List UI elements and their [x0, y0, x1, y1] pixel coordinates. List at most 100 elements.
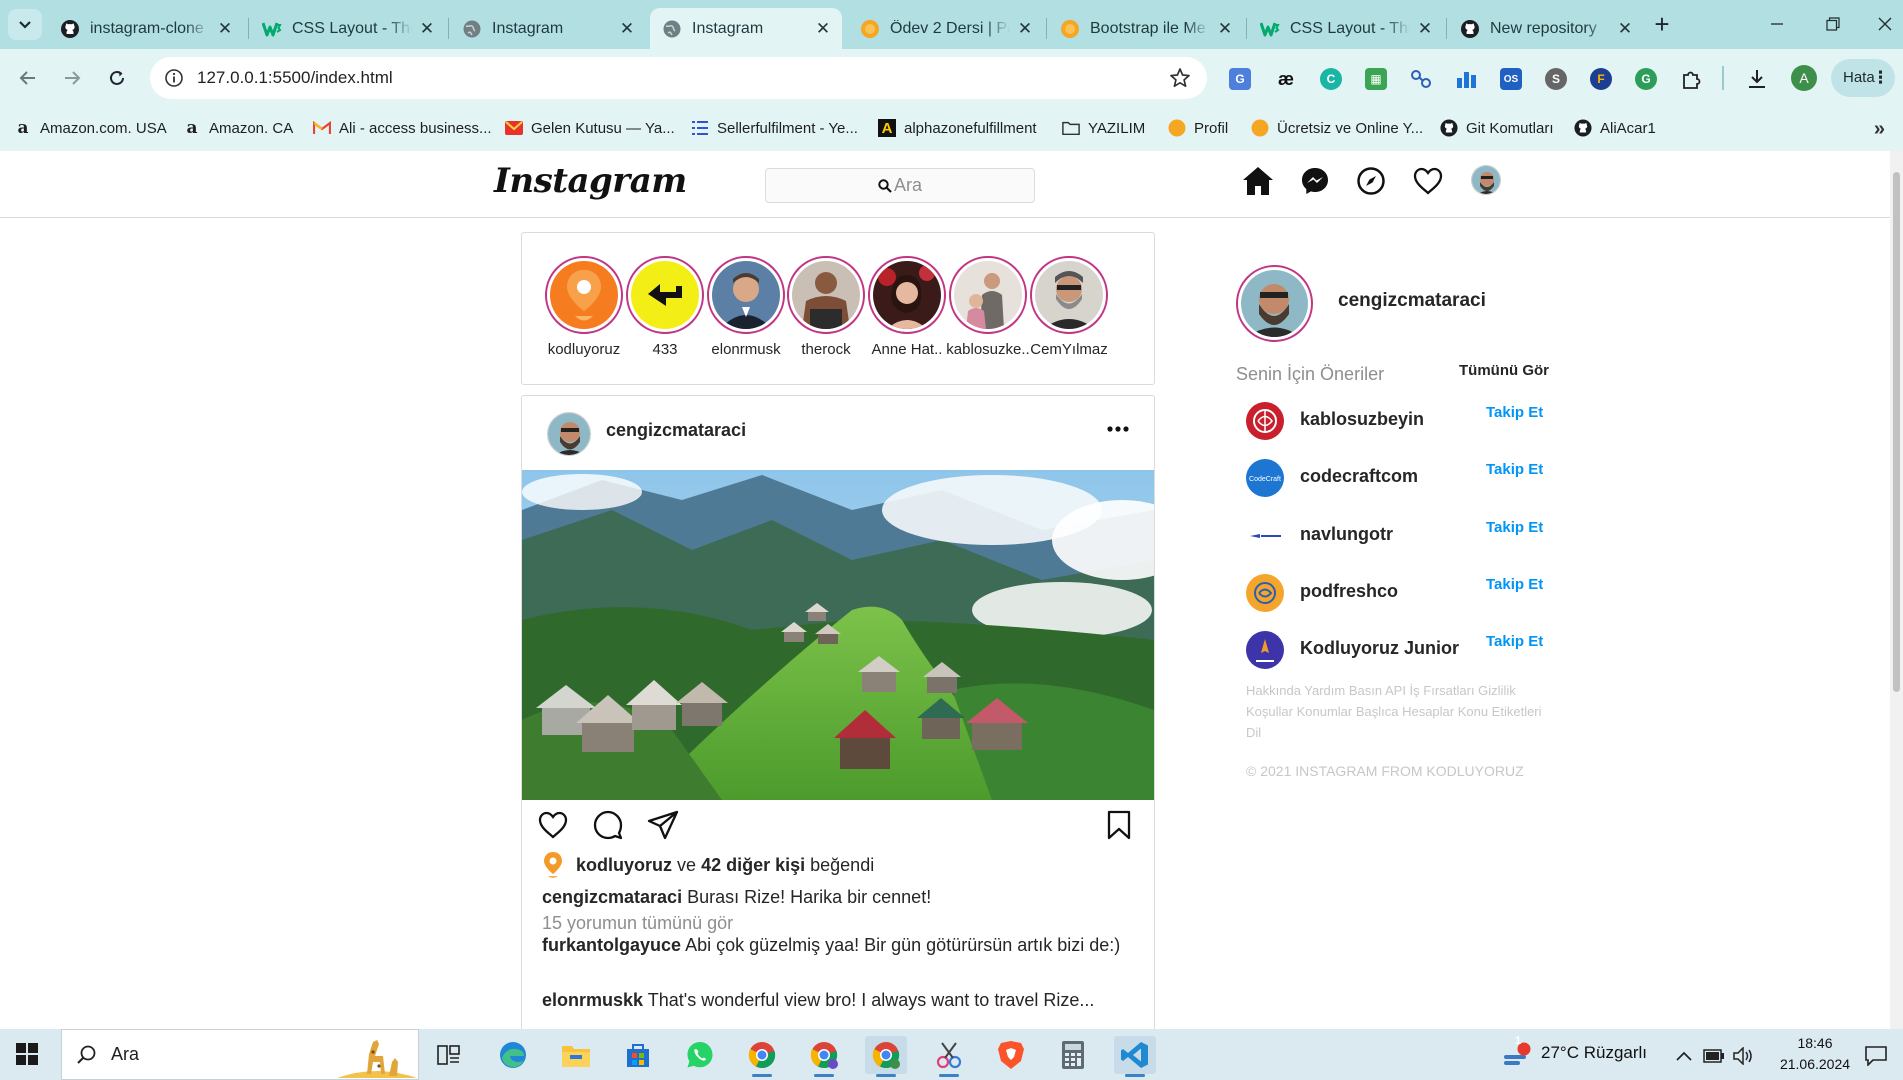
g-extension-icon[interactable]: G	[1635, 68, 1657, 90]
windows-start-icon[interactable]	[16, 1043, 38, 1065]
page-scrollbar[interactable]	[1890, 151, 1903, 1029]
comment-username[interactable]: elonrmuskk	[542, 990, 643, 1010]
taskbar-search-input[interactable]: Ara	[61, 1029, 419, 1080]
close-icon[interactable]: ✕	[216, 19, 234, 39]
bookmark-item[interactable]: Profil	[1168, 117, 1228, 139]
browser-tab[interactable]: CSS Layout - The ✕	[1248, 8, 1444, 49]
weather-text[interactable]: 27°C Rüzgarlı	[1541, 1043, 1647, 1063]
grid-extension-icon[interactable]	[1455, 68, 1477, 90]
messenger-icon[interactable]	[1298, 164, 1332, 198]
story-item[interactable]: Anne Hat..	[862, 256, 952, 358]
chrome-icon[interactable]	[741, 1036, 783, 1077]
current-user-username[interactable]: cengizcmataraci	[1338, 290, 1486, 312]
current-user-avatar[interactable]	[1236, 265, 1313, 342]
browser-tab[interactable]: CSS Layout - The ✕	[250, 8, 446, 49]
post-author-username[interactable]: cengizcmataraci	[606, 420, 746, 441]
close-window-button[interactable]	[1870, 10, 1900, 38]
more-options-icon[interactable]	[1107, 426, 1129, 432]
follow-button[interactable]: Takip Et	[1486, 404, 1543, 421]
notification-center-icon[interactable]	[1860, 1037, 1892, 1075]
follow-button[interactable]: Takip Et	[1486, 461, 1543, 478]
back-button[interactable]	[13, 63, 43, 93]
close-icon[interactable]: ✕	[1416, 19, 1434, 39]
follow-button[interactable]: Takip Et	[1486, 633, 1543, 650]
snipping-tool-icon[interactable]	[928, 1036, 970, 1077]
browser-tab-active[interactable]: Instagram ✕	[650, 8, 842, 49]
post-author-avatar[interactable]	[547, 412, 591, 456]
instagram-logo[interactable]: Instagram	[494, 161, 687, 201]
suggestion-username[interactable]: podfreshco	[1300, 581, 1398, 602]
kodluyoruz-junior-avatar[interactable]	[1246, 631, 1284, 669]
error-pill-button[interactable]: Hata ⋮	[1831, 59, 1895, 97]
close-icon[interactable]: ✕	[1616, 19, 1634, 39]
bookmark-item[interactable]: a Amazon.com. USA	[14, 117, 166, 139]
navlungotr-avatar[interactable]	[1246, 517, 1284, 555]
story-item[interactable]: 433	[620, 256, 710, 358]
battery-icon[interactable]	[1700, 1037, 1728, 1075]
network-extension-icon[interactable]	[1410, 68, 1432, 90]
restore-button[interactable]	[1818, 10, 1848, 38]
bookmark-item[interactable]: Ücretsiz ve Online Y...	[1251, 117, 1423, 139]
new-tab-button[interactable]: +	[1648, 10, 1676, 38]
minimize-button[interactable]	[1762, 10, 1792, 38]
close-icon[interactable]: ✕	[814, 19, 832, 39]
s-extension-icon[interactable]: S	[1545, 68, 1567, 90]
save-bookmark-icon[interactable]	[1102, 808, 1136, 842]
follow-button[interactable]: Takip Et	[1486, 576, 1543, 593]
whatsapp-icon[interactable]	[679, 1036, 721, 1074]
microsoft-store-icon[interactable]	[617, 1036, 659, 1074]
address-bar[interactable]: 127.0.0.1:5500/index.html	[150, 57, 1207, 99]
bookmark-item[interactable]: Ali - access business...	[313, 117, 492, 139]
bookmark-item[interactable]: AliAcar1	[1574, 117, 1656, 139]
site-info-icon[interactable]	[164, 68, 184, 88]
podfreshco-avatar[interactable]	[1246, 574, 1284, 612]
download-icon[interactable]	[1746, 68, 1768, 90]
suggestion-username[interactable]: kablosuzbeyin	[1300, 409, 1424, 430]
bookmark-item[interactable]: YAZILIM	[1062, 117, 1145, 139]
suggestion-username[interactable]: Kodluyoruz Junior	[1300, 638, 1459, 659]
bookmark-item[interactable]: a Amazon. CA	[183, 117, 293, 139]
profile-avatar[interactable]	[1471, 165, 1501, 195]
forward-button[interactable]	[57, 63, 87, 93]
story-item[interactable]: CemYılmaz	[1024, 256, 1114, 358]
story-item[interactable]: kablosuzke..	[943, 256, 1033, 358]
menu-dots-icon[interactable]: ⋮	[1872, 59, 1889, 97]
chevron-up-icon[interactable]	[1670, 1037, 1698, 1075]
liked-count[interactable]: 42 diğer kişi	[701, 855, 805, 876]
browser-tab[interactable]: Bootstrap ile Me ✕	[1048, 8, 1244, 49]
browser-tab[interactable]: instagram-clone ✕	[48, 8, 244, 49]
f-extension-icon[interactable]: F	[1590, 68, 1612, 90]
footer-links[interactable]: Hakkında Yardım Basın API İş Fırsatları …	[1246, 680, 1546, 743]
share-send-icon[interactable]	[646, 808, 680, 842]
vscode-icon[interactable]	[1114, 1036, 1156, 1077]
comment-icon[interactable]	[591, 808, 625, 842]
chrome-active-profile-icon[interactable]	[865, 1036, 907, 1077]
profile-avatar[interactable]: A	[1791, 65, 1817, 91]
edge-browser-icon[interactable]	[492, 1036, 534, 1074]
volume-icon[interactable]	[1730, 1037, 1758, 1075]
brave-browser-icon[interactable]	[990, 1036, 1032, 1074]
url-text[interactable]: 127.0.0.1:5500/index.html	[197, 68, 393, 88]
search-input[interactable]: Ara	[765, 168, 1035, 203]
close-icon[interactable]: ✕	[1016, 19, 1034, 39]
system-clock[interactable]: 18:46 21.06.2024	[1770, 1033, 1860, 1075]
task-view-icon[interactable]	[428, 1036, 470, 1074]
translate-extension-icon[interactable]: G	[1229, 68, 1251, 90]
bookmark-item[interactable]: Git Komutları	[1440, 117, 1554, 139]
story-item[interactable]: therock	[781, 256, 871, 358]
chevron-double-right-icon[interactable]: »	[1874, 118, 1885, 141]
see-all-link[interactable]: Tümünü Gör	[1459, 362, 1549, 379]
liked-by-username[interactable]: kodluyoruz	[576, 855, 672, 876]
codecraftcom-avatar[interactable]: CodeCraft	[1246, 459, 1284, 497]
story-item[interactable]: kodluyoruz	[539, 256, 629, 358]
bookmark-star-icon[interactable]	[1169, 67, 1191, 89]
browser-tab[interactable]: Ödev 2 Dersi | Pa ✕	[848, 8, 1044, 49]
explore-compass-icon[interactable]	[1354, 164, 1388, 198]
file-explorer-icon[interactable]	[555, 1036, 597, 1074]
reload-button[interactable]	[102, 63, 132, 93]
bookmark-item[interactable]: Sellerfulfilment - Ye...	[691, 117, 858, 139]
tab-search-button[interactable]	[8, 9, 42, 40]
close-icon[interactable]: ✕	[418, 19, 436, 39]
comment-username[interactable]: furkantolgayuce	[542, 935, 681, 955]
like-heart-icon[interactable]	[536, 808, 570, 842]
